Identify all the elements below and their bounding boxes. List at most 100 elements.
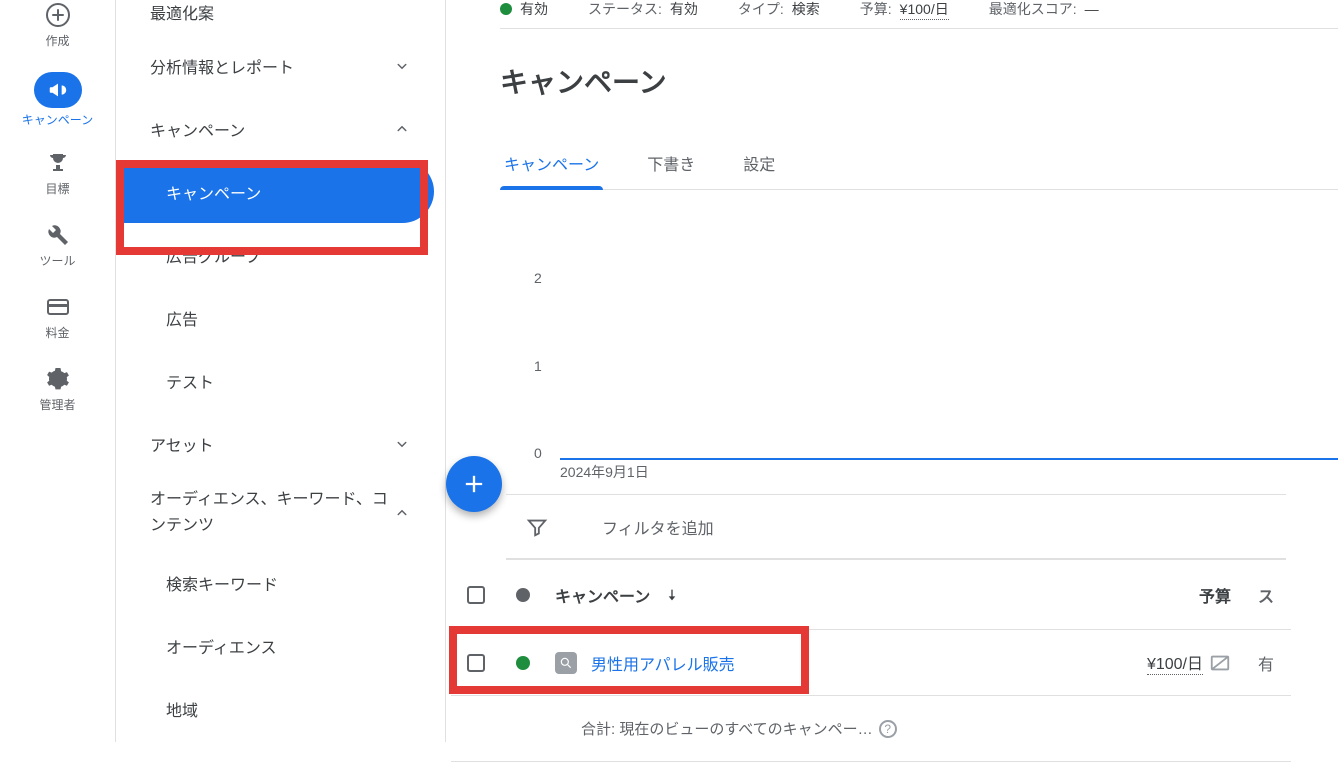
rail-item-create[interactable]: 作成 [0,0,116,62]
col-last-header[interactable]: ス [1241,583,1291,607]
rail-tool-label: ツール [33,253,81,269]
nav-sub-adgroup[interactable]: 広告グループ [116,223,445,286]
main-content: 有効 ステータス: 有効 タイプ: 検索 予算: ¥100/日 最適化スコア: … [446,0,1338,742]
row-campaign-name[interactable]: 男性用アパレル販売 [591,651,735,675]
nav-sub-campaign-label: キャンペーン [166,180,261,204]
chevron-up-icon [393,120,411,138]
nav-sub-audience[interactable]: オーディエンス [116,614,445,677]
chevron-down-icon [393,57,411,75]
row-last-value: 有 [1241,651,1291,675]
help-icon[interactable]: ? [879,720,897,738]
rail-item-admin[interactable]: 管理者 [0,354,116,426]
rail-campaign-label: キャンペーン [16,112,99,128]
tab-campaign[interactable]: キャンペーン [500,141,603,189]
dot-icon [516,588,530,602]
chevron-up-icon [393,504,411,522]
summary-status: ステータス: 有効 [588,0,698,19]
rail-item-fee[interactable]: 料金 [0,282,116,354]
gear-icon [46,367,70,391]
chart-start-date: 2024年9月1日 [560,462,649,482]
trophy-icon [46,151,70,175]
table-summary-label: 合計: 現在のビューのすべてのキャンペー… [581,718,873,739]
rail-create-label: 作成 [39,33,75,49]
summary-budget[interactable]: 予算: ¥100/日 [860,0,949,20]
summary-status-label: ステータス: [588,0,662,19]
rail-goal-label: 目標 [39,181,75,197]
nav-insights[interactable]: 分析情報とレポート [116,34,445,97]
summary-budget-label: 予算: [860,0,892,19]
chart-ytick-1: 1 [534,358,542,374]
page-title: キャンペーン [500,61,1338,101]
col-last-label: ス [1258,589,1274,606]
nav-insights-label: 分析情報とレポート [150,54,294,78]
summary-optscore-label: 最適化スコア: [989,0,1077,19]
secondary-nav: 最適化案 分析情報とレポート キャンペーン キャンペーン 広告グループ 広告 テ… [116,0,446,742]
summary-type-label: タイプ: [738,0,784,19]
filter-icon [526,516,548,538]
summary-row: 有効 ステータス: 有効 タイプ: 検索 予算: ¥100/日 最適化スコア: … [500,0,1338,21]
rail-item-campaign[interactable]: キャンペーン [0,62,116,138]
nav-sub-campaign[interactable]: キャンペーン [116,160,434,223]
summary-enabled-label: 有効 [520,0,548,19]
add-campaign-fab[interactable] [446,456,502,512]
nav-optimization-label: 最適化案 [150,0,214,24]
table-row[interactable]: 男性用アパレル販売 ¥100/日 有 [451,630,1291,696]
nav-optimization[interactable]: 最適化案 [116,0,445,34]
tabs: キャンペーン 下書き 設定 [500,141,1338,190]
sort-down-icon [664,587,680,603]
tab-settings-label: 設定 [743,157,775,174]
col-campaign-label: キャンペーン [555,583,650,607]
chevron-down-icon [393,435,411,453]
search-campaign-icon [555,652,577,674]
no-image-icon [1209,652,1231,674]
rail-item-tool[interactable]: ツール [0,210,116,282]
summary-optscore: 最適化スコア: — [989,0,1099,19]
col-budget-header[interactable]: 予算 [1061,583,1241,607]
row-status-dot[interactable] [501,656,545,670]
nav-sub-region[interactable]: 地域 [116,677,445,740]
plus-icon [460,470,488,498]
tools-icon [46,223,70,247]
status-col-header[interactable] [501,588,545,602]
nav-campaign-group[interactable]: キャンペーン [116,97,445,160]
table-header-row: キャンペーン 予算 ス [451,560,1291,630]
left-rail: 作成 キャンペーン 目標 ツール 料金 管理者 [0,0,116,742]
row-budget-value[interactable]: ¥100/日 [1147,650,1203,675]
nav-sub-audience-label: オーディエンス [166,634,277,658]
status-dot-icon [500,3,512,15]
chart-ytick-2: 2 [534,270,542,286]
chart-line [560,458,1338,460]
nav-sub-ads[interactable]: 広告 [116,286,445,349]
nav-campaign-group-label: キャンペーン [150,117,245,141]
filter-add-label: フィルタを追加 [602,515,714,539]
status-dot-icon [516,656,530,670]
tab-settings[interactable]: 設定 [739,141,779,189]
plus-circle-icon [46,3,70,27]
tab-draft[interactable]: 下書き [643,141,699,189]
summary-status-value: 有効 [670,0,698,19]
rail-fee-label: 料金 [39,325,75,341]
table-summary-row: 合計: 現在のビューのすべてのキャンペー… ? [451,696,1291,762]
megaphone-icon [47,79,69,101]
summary-type-value: 検索 [792,0,820,19]
card-icon [46,295,70,319]
nav-sub-test[interactable]: テスト [116,349,445,412]
nav-asset[interactable]: アセット [116,412,445,475]
summary-enabled: 有効 [500,0,548,19]
summary-type: タイプ: 検索 [738,0,820,19]
row-checkbox[interactable] [451,654,501,672]
tab-draft-label: 下書き [647,157,695,174]
megaphone-bubble [34,72,82,108]
col-campaign-header[interactable]: キャンペーン [545,583,1061,607]
nav-audience-group[interactable]: オーディエンス、キーワード、コンテンツ [116,475,445,551]
nav-sub-searchkw-label: 検索キーワード [166,571,278,595]
nav-asset-label: アセット [150,432,214,456]
nav-sub-searchkw[interactable]: 検索キーワード [116,551,445,614]
nav-audience-group-label: オーディエンス、キーワード、コンテンツ [150,487,393,538]
nav-sub-adgroup-label: 広告グループ [166,243,261,267]
rail-item-goal[interactable]: 目標 [0,138,116,210]
col-budget-label: 予算 [1199,583,1231,607]
select-all-checkbox[interactable] [451,586,501,604]
tab-campaign-label: キャンペーン [504,157,599,174]
filter-bar[interactable]: フィルタを追加 [506,494,1286,560]
